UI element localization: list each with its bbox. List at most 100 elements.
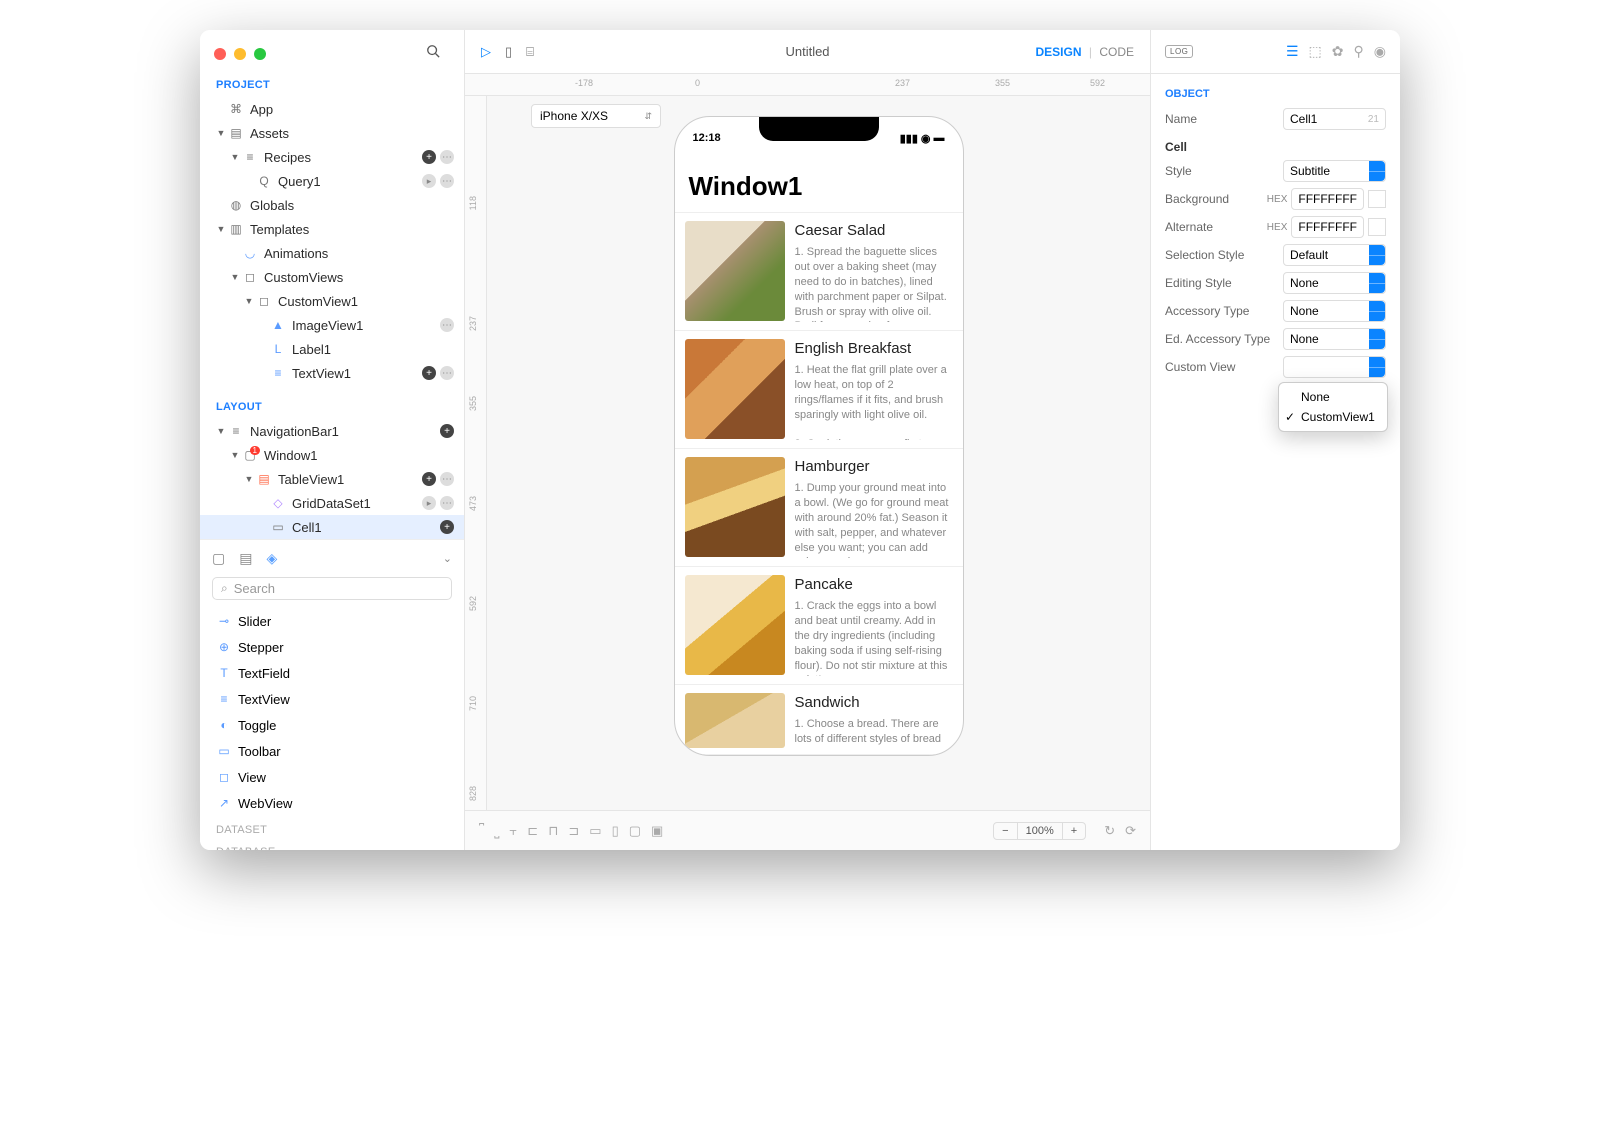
tree-item-griddataset1[interactable]: ◇GridDataSet1⋯ bbox=[200, 491, 464, 515]
lib-textview[interactable]: ≡TextView bbox=[200, 686, 464, 712]
flower-icon[interactable]: ✿ bbox=[1332, 43, 1344, 60]
tree-item-window1[interactable]: ▼▢1Window1 bbox=[200, 443, 464, 467]
add-icon[interactable]: + bbox=[440, 424, 454, 438]
design-mode-button[interactable]: DESIGN bbox=[1036, 45, 1082, 59]
align-left-icon[interactable]: ⊏ bbox=[527, 823, 538, 839]
distribute-v-icon[interactable]: ▯ bbox=[612, 823, 619, 839]
tree-item-label1[interactable]: LLabel1 bbox=[200, 337, 464, 361]
align-center-h-icon[interactable]: ⫟ bbox=[509, 823, 517, 839]
add-icon[interactable]: + bbox=[440, 520, 454, 534]
layers-icon[interactable]: ▤ bbox=[239, 550, 252, 567]
list-item[interactable]: Pancake1. Crack the eggs into a bowl and… bbox=[675, 567, 963, 685]
tree-item-customview1[interactable]: ▼◻CustomView1 bbox=[200, 289, 464, 313]
search-icon[interactable] bbox=[426, 44, 440, 63]
custom-view-select[interactable] bbox=[1283, 356, 1386, 378]
align-top-icon[interactable]: ⎴ bbox=[479, 823, 484, 839]
tree-item-app[interactable]: ⌘App bbox=[200, 97, 464, 121]
tree-item-customviews[interactable]: ▼◻CustomViews bbox=[200, 265, 464, 289]
tree-item-navbar[interactable]: ▼≡NavigationBar1+ bbox=[200, 419, 464, 443]
eye-icon[interactable]: ◉ bbox=[1374, 43, 1386, 60]
align-bottom-icon[interactable]: ⎵ bbox=[494, 823, 499, 839]
stack2-icon[interactable]: ▣ bbox=[651, 823, 663, 839]
background-input[interactable]: HEXFFFFFFFF bbox=[1267, 188, 1386, 210]
search-input[interactable]: ⌕ Search bbox=[212, 577, 452, 600]
list-item[interactable]: Hamburger1. Dump your ground meat into a… bbox=[675, 449, 963, 567]
disclosure-icon[interactable]: ▼ bbox=[214, 426, 228, 436]
chevron-down-icon[interactable]: ⌄ bbox=[443, 552, 452, 565]
align-center-v-icon[interactable]: ⊓ bbox=[548, 823, 558, 839]
disclosure-icon[interactable]: ▼ bbox=[242, 474, 256, 484]
tree-item-textview1[interactable]: ≡TextView1+⋯ bbox=[200, 361, 464, 385]
run-icon[interactable]: ▷ bbox=[481, 44, 491, 60]
disclosure-icon[interactable]: ▼ bbox=[242, 296, 256, 306]
tree-item-tableview1[interactable]: ▼▤TableView1+⋯ bbox=[200, 467, 464, 491]
ed-accessory-type-select[interactable]: None bbox=[1283, 328, 1386, 350]
alternate-input[interactable]: HEXFFFFFFFF bbox=[1267, 216, 1386, 238]
disclosure-icon[interactable]: ▼ bbox=[214, 128, 228, 138]
lib-slider[interactable]: ⊸Slider bbox=[200, 608, 464, 634]
archive-icon[interactable]: ⌸ bbox=[526, 44, 534, 60]
lib-webview[interactable]: ↗WebView bbox=[200, 790, 464, 816]
tablet-icon[interactable]: ▢ bbox=[212, 550, 225, 567]
refresh-icon[interactable]: ↻ bbox=[1104, 823, 1115, 839]
add-icon[interactable]: + bbox=[422, 366, 436, 380]
lib-view[interactable]: ◻View bbox=[200, 764, 464, 790]
settings-dot-icon[interactable]: ⋯ bbox=[440, 496, 454, 510]
distribute-h-icon[interactable]: ▭ bbox=[589, 823, 601, 839]
code-mode-button[interactable]: CODE bbox=[1099, 45, 1134, 59]
device-selector[interactable]: iPhone X/XS ⇵ bbox=[531, 104, 661, 128]
name-input[interactable]: Cell121 bbox=[1283, 108, 1386, 130]
disclosure-icon[interactable]: ▼ bbox=[228, 272, 242, 282]
link-icon[interactable]: ⚲ bbox=[1354, 43, 1364, 60]
style-select[interactable]: Subtitle bbox=[1283, 160, 1386, 182]
cube-icon[interactable]: ◈ bbox=[266, 550, 277, 567]
align-right-icon[interactable]: ⊐ bbox=[568, 823, 579, 839]
zoom-out-button[interactable]: − bbox=[994, 823, 1017, 839]
settings-dot-icon[interactable]: ⋯ bbox=[440, 150, 454, 164]
zoom-in-button[interactable]: + bbox=[1063, 823, 1085, 839]
disclosure-icon[interactable]: ▼ bbox=[228, 450, 242, 460]
close-window-icon[interactable] bbox=[214, 48, 226, 60]
lib-textfield[interactable]: TTextField bbox=[200, 660, 464, 686]
stack-icon[interactable]: ▢ bbox=[629, 823, 641, 839]
lib-toggle[interactable]: ◐Toggle bbox=[200, 712, 464, 738]
log-button[interactable]: LOG bbox=[1165, 45, 1193, 58]
tree-item-recipes[interactable]: ▼≡Recipes+⋯ bbox=[200, 145, 464, 169]
list-item[interactable]: English Breakfast1. Heat the flat grill … bbox=[675, 331, 963, 449]
tree-item-templates[interactable]: ▼▥Templates bbox=[200, 217, 464, 241]
zoom-window-icon[interactable] bbox=[254, 48, 266, 60]
play-icon[interactable] bbox=[422, 496, 436, 510]
settings-dot-icon[interactable]: ⋯ bbox=[440, 318, 454, 332]
tree-item-globals[interactable]: ◍Globals bbox=[200, 193, 464, 217]
tree-item-assets[interactable]: ▼▤Assets bbox=[200, 121, 464, 145]
dropdown-option-none[interactable]: None bbox=[1279, 387, 1387, 407]
tree-item-query1[interactable]: QQuery1⋯ bbox=[200, 169, 464, 193]
dropdown-option-customview1[interactable]: CustomView1 bbox=[1279, 407, 1387, 427]
accessory-type-select[interactable]: None bbox=[1283, 300, 1386, 322]
add-icon[interactable]: + bbox=[422, 472, 436, 486]
settings-dot-icon[interactable]: ⋯ bbox=[440, 174, 454, 188]
reload-icon[interactable]: ⟳ bbox=[1125, 823, 1136, 839]
list-item[interactable]: Caesar Salad1. Spread the baguette slice… bbox=[675, 213, 963, 331]
canvas-stage[interactable]: iPhone X/XS ⇵ 12:18 ▮▮▮ ◉ ▬ Window1 bbox=[487, 96, 1150, 810]
selection-style-select[interactable]: Default bbox=[1283, 244, 1386, 266]
tree-item-animations[interactable]: ◡Animations bbox=[200, 241, 464, 265]
play-icon[interactable] bbox=[422, 174, 436, 188]
color-swatch[interactable] bbox=[1368, 190, 1386, 208]
lib-stepper[interactable]: ⊕Stepper bbox=[200, 634, 464, 660]
disclosure-icon[interactable]: ▼ bbox=[228, 152, 242, 162]
list-item[interactable]: Sandwich1. Choose a bread. There are lot… bbox=[675, 685, 963, 755]
tree-item-cell1[interactable]: ▭Cell1+ bbox=[200, 515, 464, 539]
tree-item-imageview1[interactable]: ▲ImageView1⋯ bbox=[200, 313, 464, 337]
settings-dot-icon[interactable]: ⋯ bbox=[440, 366, 454, 380]
lib-toolbar[interactable]: ▭Toolbar bbox=[200, 738, 464, 764]
device-icon[interactable]: ▯ bbox=[505, 44, 512, 60]
add-icon[interactable]: + bbox=[422, 150, 436, 164]
settings-dot-icon[interactable]: ⋯ bbox=[440, 472, 454, 486]
color-swatch[interactable] bbox=[1368, 218, 1386, 236]
editing-style-select[interactable]: None bbox=[1283, 272, 1386, 294]
disclosure-icon[interactable]: ▼ bbox=[214, 224, 228, 234]
frame-icon[interactable]: ⬚ bbox=[1309, 43, 1322, 60]
list-icon[interactable]: ☰ bbox=[1286, 43, 1299, 60]
minimize-window-icon[interactable] bbox=[234, 48, 246, 60]
